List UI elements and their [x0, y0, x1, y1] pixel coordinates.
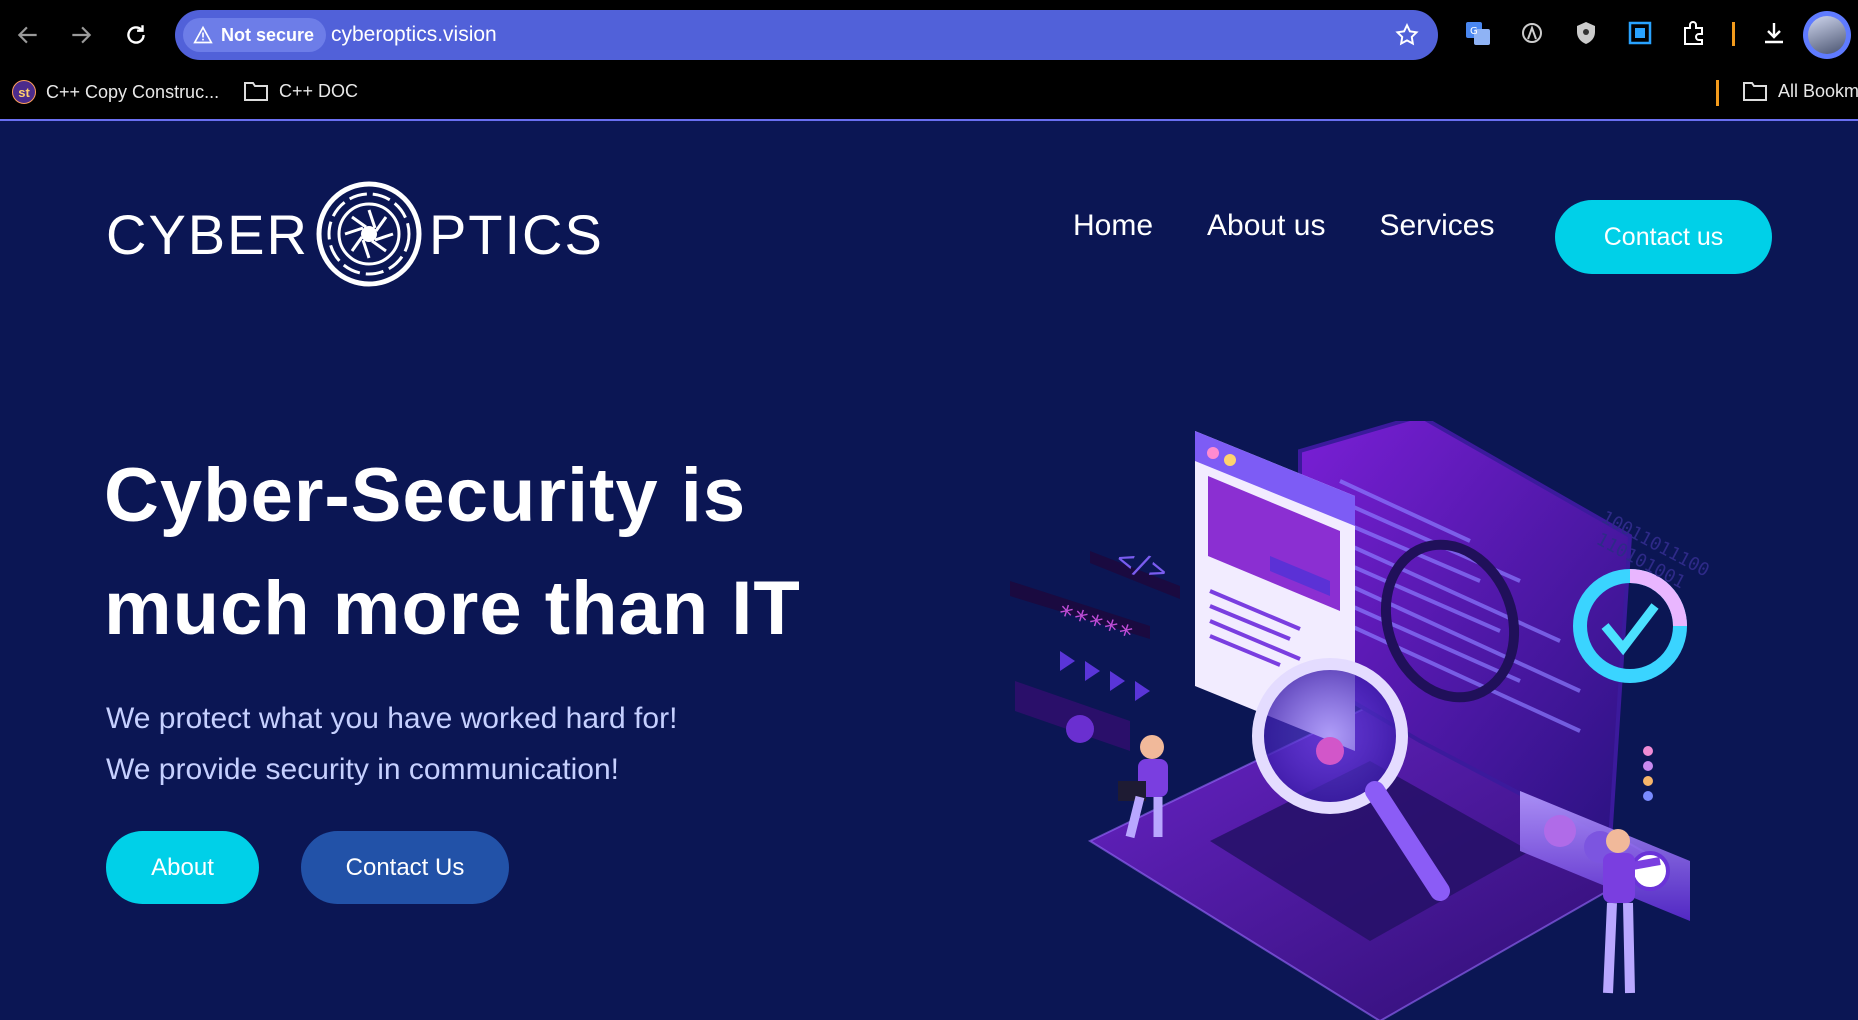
profile-avatar[interactable]	[1803, 11, 1851, 59]
url-text[interactable]: cyberoptics.vision	[331, 23, 497, 47]
back-button[interactable]	[6, 13, 50, 57]
bookmarks-divider	[1716, 80, 1719, 106]
download-icon[interactable]	[1758, 17, 1790, 49]
hero-subtitle: We protect what you have worked hard for…	[106, 693, 677, 795]
hero-subtitle-line: We provide security in communication!	[106, 753, 619, 786]
site-favicon-icon: st	[12, 80, 36, 104]
bookmark-item[interactable]: st C++ Copy Construc...	[12, 80, 219, 104]
logo-text-right: PTICS	[428, 202, 604, 266]
forward-button[interactable]	[59, 13, 103, 57]
contact-button[interactable]: Contact Us	[301, 831, 509, 904]
folder-icon	[244, 82, 268, 101]
logo-text-left: CYBER	[106, 202, 309, 266]
bookmark-label: C++ DOC	[279, 80, 359, 101]
extensions-puzzle-icon[interactable]	[1678, 17, 1710, 49]
address-bar[interactable]: Not secure cyberoptics.vision	[175, 10, 1438, 60]
web-page: CYBER PTICS Home About us Services Conta…	[0, 121, 1858, 1020]
hero-subtitle-line: We protect what you have worked hard for…	[106, 702, 678, 735]
bookmark-folder[interactable]: C++ DOC	[243, 80, 358, 102]
site-logo[interactable]: CYBER PTICS	[106, 178, 604, 290]
cybersecurity-illustration: ***** </> 10011011100 110101001	[1010, 421, 1713, 1020]
svg-text:</>: </>	[1113, 541, 1171, 588]
arrow-right-icon	[72, 26, 92, 44]
avatar-image	[1808, 16, 1846, 54]
nav-home[interactable]: Home	[1073, 209, 1153, 243]
arrow-left-icon	[17, 26, 37, 44]
translate-extension-icon[interactable]: G	[1462, 17, 1494, 49]
nav-about-us[interactable]: About us	[1207, 209, 1325, 243]
hero-title: Cyber-Security is much more than IT	[104, 439, 954, 665]
aperture-logo-icon	[316, 181, 422, 287]
warning-icon	[193, 25, 213, 44]
pen-extension-icon[interactable]	[1516, 17, 1548, 49]
security-label: Not secure	[221, 24, 315, 45]
code-decoration: ***** </>	[1010, 541, 1180, 751]
main-nav: Home About us Services	[1073, 209, 1495, 243]
about-button[interactable]: About	[106, 831, 259, 904]
nav-services[interactable]: Services	[1379, 209, 1494, 243]
hero-title-line: much more than IT	[104, 566, 801, 651]
svg-text:G: G	[1470, 26, 1478, 37]
reload-icon	[127, 25, 145, 44]
bookmark-star-icon[interactable]	[1394, 22, 1420, 48]
reload-button[interactable]	[114, 13, 158, 57]
browser-chrome: Not secure cyberoptics.vision G st C++ C…	[0, 0, 1858, 121]
all-bookmarks-folder[interactable]: All Bookm	[1742, 80, 1858, 102]
bookmarks-bar: st C++ Copy Construc... C++ DOC All Book…	[0, 72, 1858, 112]
bookmark-label: C++ Copy Construc...	[46, 81, 220, 102]
svg-text:*****: *****	[1053, 599, 1137, 652]
nav-contact-button[interactable]: Contact us	[1555, 200, 1772, 274]
hero-title-line: Cyber-Security is	[104, 453, 747, 538]
folder-icon	[1743, 82, 1767, 101]
security-chip[interactable]: Not secure	[183, 18, 327, 52]
shield-extension-icon[interactable]	[1570, 17, 1602, 49]
bookmark-label: All Bookm	[1778, 80, 1858, 101]
screenshot-extension-icon[interactable]	[1624, 17, 1656, 49]
toolbar-divider	[1732, 22, 1735, 46]
